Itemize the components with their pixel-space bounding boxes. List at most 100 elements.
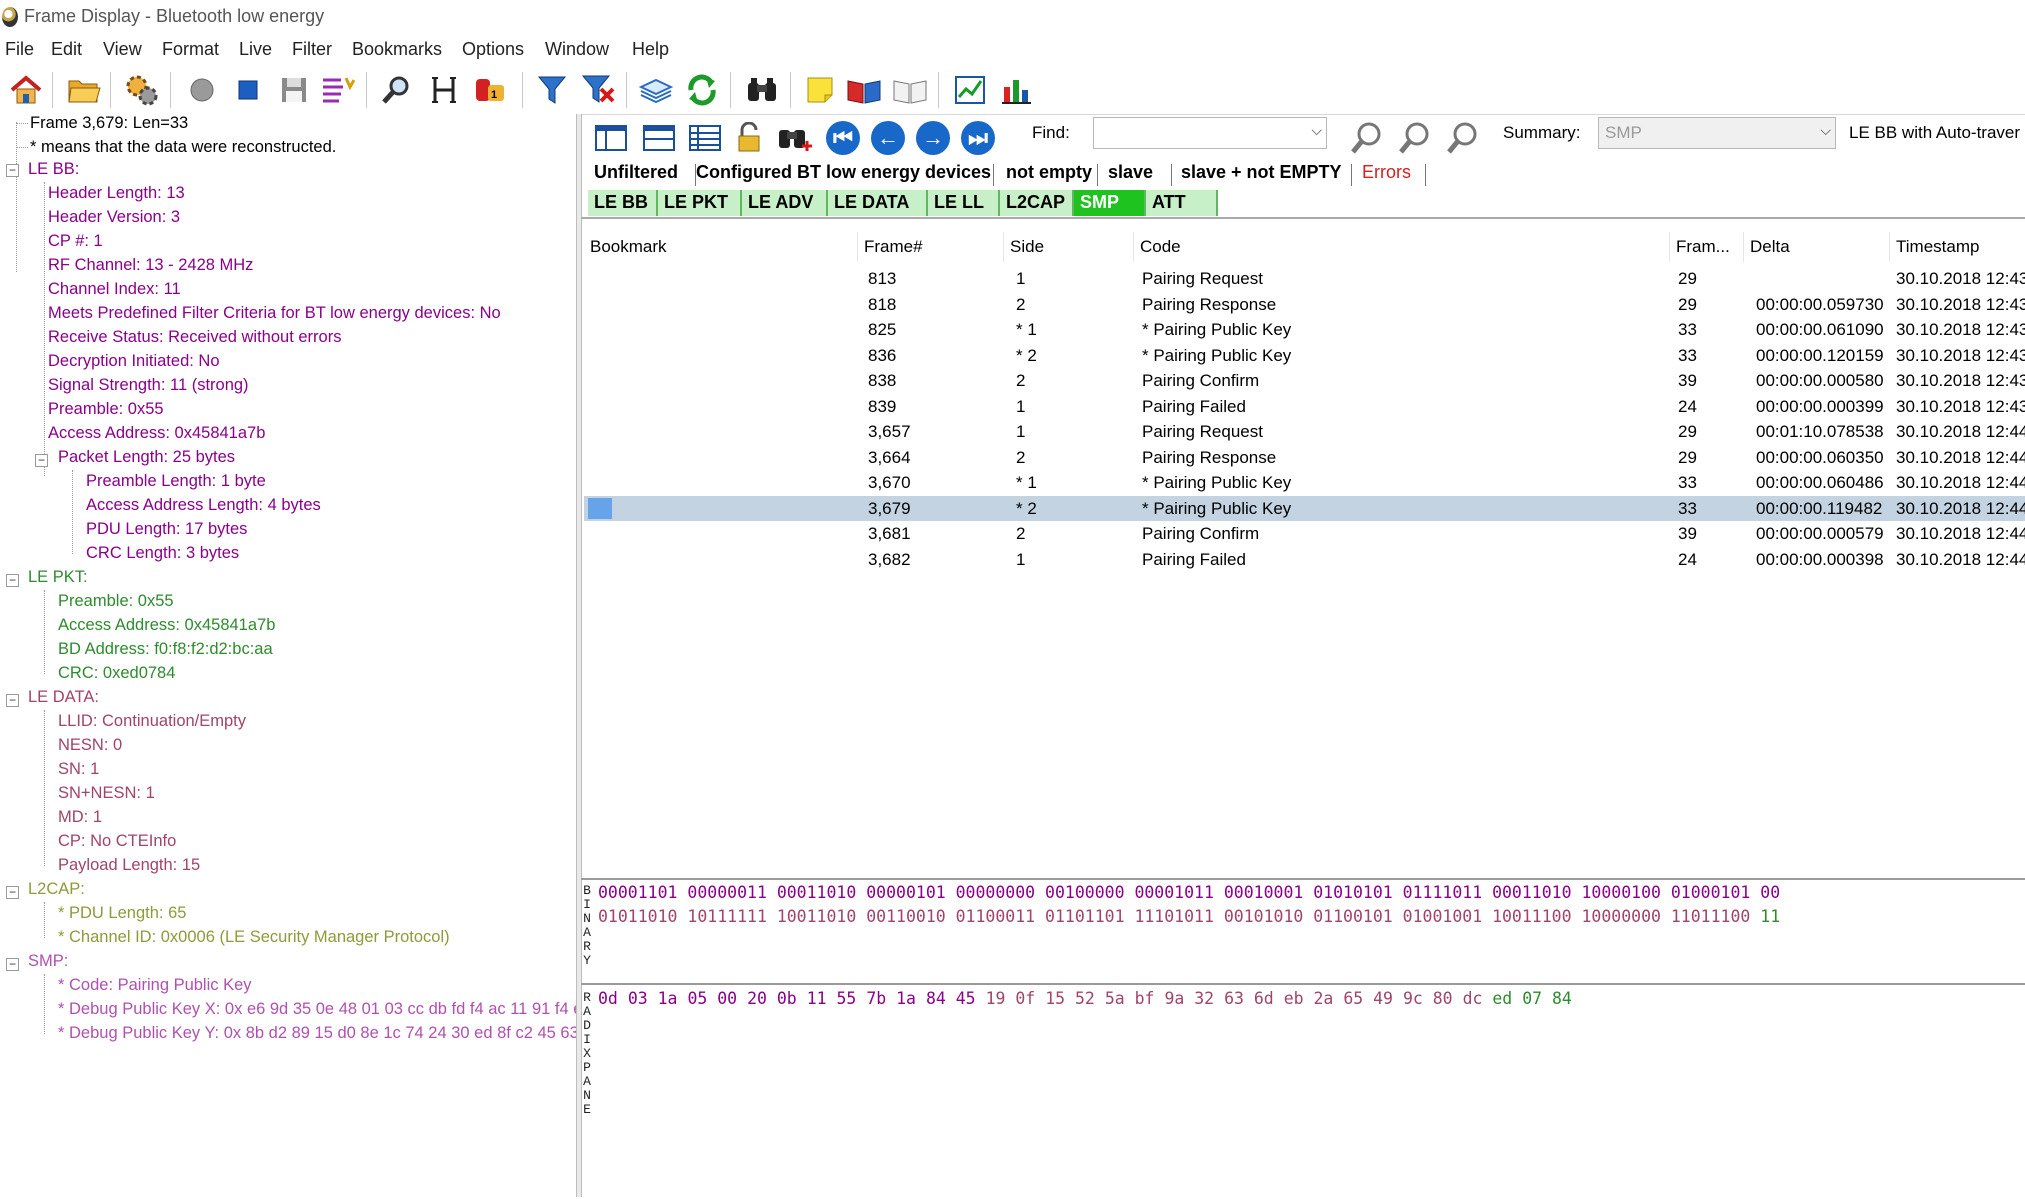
tab-smp[interactable]: SMP xyxy=(1074,190,1146,216)
table-row[interactable]: 836 * 2 * Pairing Public Key 33 00:00:00.120… xyxy=(584,343,2025,368)
tree-item[interactable]: CRC Length: 3 bytes xyxy=(86,542,239,564)
byte[interactable]: 00001011 xyxy=(1134,883,1223,902)
tab-att[interactable]: ATT xyxy=(1146,190,1218,216)
tree-item[interactable]: Preamble: 0x55 xyxy=(48,398,164,420)
binoculars-find-icon[interactable] xyxy=(775,118,815,158)
collapse-le-pkt-icon[interactable]: − xyxy=(6,574,19,587)
record-icon[interactable] xyxy=(184,72,220,108)
byte[interactable]: 1a xyxy=(896,989,926,1008)
tree-item[interactable]: CP: No CTEInfo xyxy=(58,830,176,852)
byte[interactable]: 9c xyxy=(1403,989,1433,1008)
tree-item[interactable]: Access Address Length: 4 bytes xyxy=(86,494,321,516)
layout-list-icon[interactable] xyxy=(685,118,725,158)
byte[interactable]: 00 xyxy=(1760,883,1780,902)
collapse-le-data-icon[interactable]: − xyxy=(6,694,19,707)
table-row[interactable]: 3,657 1 Pairing Request 29 00:01:10.078538 30… xyxy=(584,419,2025,444)
filter-not-empty[interactable]: not empty xyxy=(1006,162,1092,183)
filter-icon[interactable] xyxy=(534,72,570,108)
book-blank-icon[interactable] xyxy=(892,72,928,108)
tab-le-pkt[interactable]: LE PKT xyxy=(658,190,742,216)
refresh-icon[interactable] xyxy=(684,72,720,108)
previous-frame-icon[interactable]: ← xyxy=(868,118,908,158)
collapse-le-bb-icon[interactable]: − xyxy=(6,164,19,177)
byte[interactable]: 49 xyxy=(1373,989,1403,1008)
find-all-icon[interactable] xyxy=(1443,118,1483,158)
col-delta[interactable]: Delta xyxy=(1744,232,1890,262)
table-row[interactable]: 818 2 Pairing Response 29 00:00:00.059730 30.… xyxy=(584,292,2025,317)
stop-icon[interactable] xyxy=(230,72,266,108)
chevron-down-icon[interactable]: ⌵ xyxy=(1311,122,1322,139)
byte[interactable]: 00000000 xyxy=(956,883,1045,902)
byte[interactable]: 9a xyxy=(1164,989,1194,1008)
tab-le-bb[interactable]: LE BB xyxy=(588,190,658,216)
byte[interactable]: 20 xyxy=(747,989,777,1008)
byte[interactable]: 01010101 xyxy=(1313,883,1402,902)
col-code[interactable]: Code xyxy=(1134,232,1670,262)
byte[interactable]: 01100101 xyxy=(1313,907,1402,926)
byte[interactable]: 03 xyxy=(628,989,658,1008)
summary-combo[interactable]: SMP ⌵ xyxy=(1598,117,1836,149)
byte[interactable]: 55 xyxy=(837,989,867,1008)
byte[interactable]: 01100011 xyxy=(956,907,1045,926)
line-chart-icon[interactable] xyxy=(952,72,988,108)
byte[interactable]: 32 xyxy=(1194,989,1224,1008)
filter-configured-devices[interactable]: Configured BT low energy devices xyxy=(696,162,991,183)
sparkle-filter-icon[interactable] xyxy=(320,72,356,108)
byte[interactable]: 00010001 xyxy=(1224,883,1313,902)
home-icon[interactable] xyxy=(8,72,44,108)
byte[interactable]: 10111111 xyxy=(687,907,776,926)
byte[interactable]: 01111011 xyxy=(1403,883,1492,902)
byte[interactable]: 11 xyxy=(1760,907,1780,926)
byte[interactable]: 5a xyxy=(1105,989,1135,1008)
byte[interactable]: 00 xyxy=(717,989,747,1008)
byte[interactable]: 00011010 xyxy=(1492,883,1581,902)
first-frame-icon[interactable]: ⏮ xyxy=(823,118,863,158)
menu-options[interactable]: Options xyxy=(462,39,524,60)
table-row[interactable]: 838 2 Pairing Confirm 39 00:00:00.000580 30.1… xyxy=(584,368,2025,393)
byte[interactable]: 00001101 xyxy=(598,883,687,902)
find-next-icon[interactable] xyxy=(1347,118,1387,158)
tree-item[interactable]: Payload Length: 15 xyxy=(58,854,200,876)
byte[interactable]: dc xyxy=(1463,989,1493,1008)
tree-item[interactable]: Header Version: 3 xyxy=(48,206,180,228)
byte[interactable]: 00000101 xyxy=(866,883,955,902)
tree-item[interactable]: * Debug Public Key Y: 0x 8b d2 89 15 d0 … xyxy=(58,1022,576,1044)
tree-item[interactable]: Preamble Length: 1 byte xyxy=(86,470,266,492)
byte[interactable]: 10000100 xyxy=(1581,883,1670,902)
table-row[interactable]: 839 1 Pairing Failed 24 00:00:00.000399 30.10… xyxy=(584,394,2025,419)
sticky-note-icon[interactable] xyxy=(802,72,838,108)
section-le-data[interactable]: LE DATA: xyxy=(28,686,99,708)
bar-chart-icon[interactable] xyxy=(998,72,1034,108)
book-open-icon[interactable] xyxy=(846,72,882,108)
menu-help[interactable]: Help xyxy=(632,39,669,60)
menu-format[interactable]: Format xyxy=(162,39,219,60)
byte[interactable]: ed xyxy=(1492,989,1522,1008)
open-folder-icon[interactable] xyxy=(66,72,102,108)
menu-live[interactable]: Live xyxy=(239,39,272,60)
tree-item[interactable]: BD Address: f0:f8:f2:d2:bc:aa xyxy=(58,638,273,660)
decode-icon[interactable]: 1 xyxy=(472,72,508,108)
gears-icon[interactable] xyxy=(124,72,160,108)
tree-item[interactable]: * Channel ID: 0x0006 (LE Security Manage… xyxy=(58,926,450,948)
layout-left-pane-icon[interactable] xyxy=(591,118,631,158)
byte[interactable]: 00011010 xyxy=(777,883,866,902)
byte[interactable]: 01101101 xyxy=(1045,907,1134,926)
tab-l2cap[interactable]: L2CAP xyxy=(1000,190,1074,216)
tree-item[interactable]: CRC: 0xed0784 xyxy=(58,662,175,684)
find-previous-icon[interactable] xyxy=(1395,118,1435,158)
col-timestamp[interactable]: Timestamp xyxy=(1890,232,2025,262)
byte[interactable]: 07 xyxy=(1522,989,1552,1008)
tree-item[interactable]: Meets Predefined Filter Criteria for BT … xyxy=(48,302,501,324)
search-icon[interactable] xyxy=(378,72,414,108)
byte[interactable]: 00100000 xyxy=(1045,883,1134,902)
table-row[interactable]: 825 * 1 * Pairing Public Key 33 00:00:00.061… xyxy=(584,317,2025,342)
byte[interactable]: 6d xyxy=(1254,989,1284,1008)
binary-pane[interactable]: BINARY 00001101 00000011 00011010 000001… xyxy=(581,878,2025,985)
tree-item[interactable]: * Debug Public Key X: 0x e6 9d 35 0e 48 … xyxy=(58,998,576,1020)
byte[interactable]: 0f xyxy=(1015,989,1045,1008)
menu-bookmarks[interactable]: Bookmarks xyxy=(352,39,442,60)
filter-unfiltered[interactable]: Unfiltered xyxy=(594,162,678,183)
layers-icon[interactable] xyxy=(638,72,674,108)
tree-item[interactable]: Access Address: 0x45841a7b xyxy=(58,614,275,636)
byte[interactable]: 01001001 xyxy=(1403,907,1492,926)
